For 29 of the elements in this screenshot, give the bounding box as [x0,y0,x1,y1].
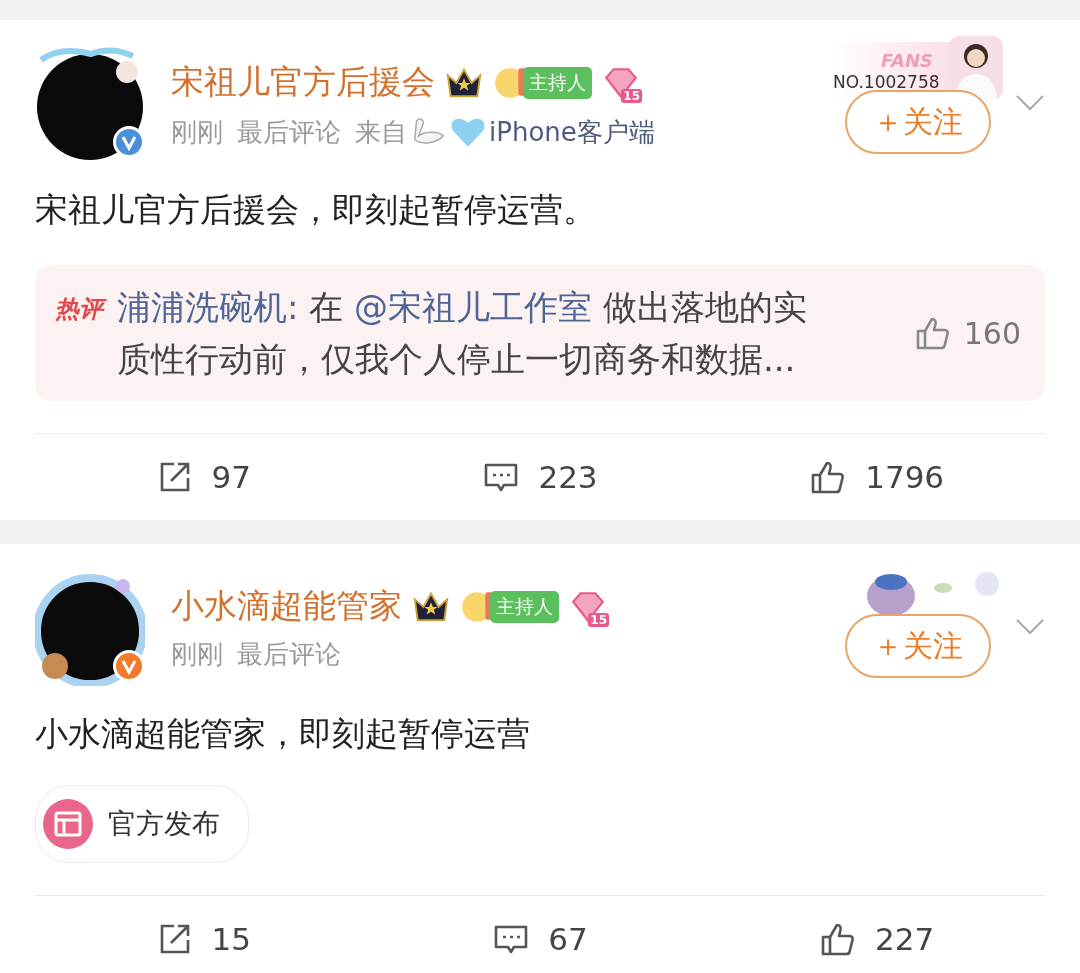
post-time: 刚刚 [171,638,223,671]
comment-button[interactable]: 67 [371,920,709,958]
tag-chip[interactable]: 官方发布 [35,785,249,863]
source-prefix: 来自 [355,115,407,149]
like-button[interactable]: 1796 [708,458,1045,496]
post-text: 小水滴超能管家，即刻起暂停运营 [35,713,531,755]
fans-number: NO.1002758 [833,72,940,92]
level-number: 15 [621,88,642,103]
fans-title: FANS [881,50,933,71]
like-count: 160 [963,315,1021,351]
hot-comment-card[interactable]: 热评 浦浦洗碗机: 在 @宋祖儿工作室 做出落地的实质性行动前，仅我个人停止一切商务和数据... 160 [35,265,1045,401]
repost-button[interactable]: 15 [35,920,372,958]
like-button[interactable]: 227 [708,920,1045,958]
source-link[interactable]: iPhone客户端 [489,114,655,150]
post-time: 刚刚 [171,115,223,149]
post-note: 最后评论 [237,638,341,671]
host-badge: 主持人 [523,66,592,99]
comment-author[interactable]: 浦浦洗碗机: [117,287,299,327]
post-note: 最后评论 [237,115,341,149]
host-badge: 主持人 [490,590,559,623]
level-number: 15 [588,612,609,627]
chevron-down-icon[interactable] [1015,94,1045,112]
post-text: 宋祖儿官方后援会，即刻起暂停运营。 [35,189,597,231]
mention-link[interactable]: @宋祖儿工作室 [354,287,593,327]
repost-button[interactable]: 97 [35,458,372,496]
chevron-down-icon[interactable] [1015,618,1045,636]
comment-text: 浦浦洗碗机: 在 @宋祖儿工作室 做出落地的实质性行动前，仅我个人停止一切商务和数据... [117,286,808,381]
calendar-icon [42,798,94,850]
comment-button[interactable]: 223 [371,458,709,496]
